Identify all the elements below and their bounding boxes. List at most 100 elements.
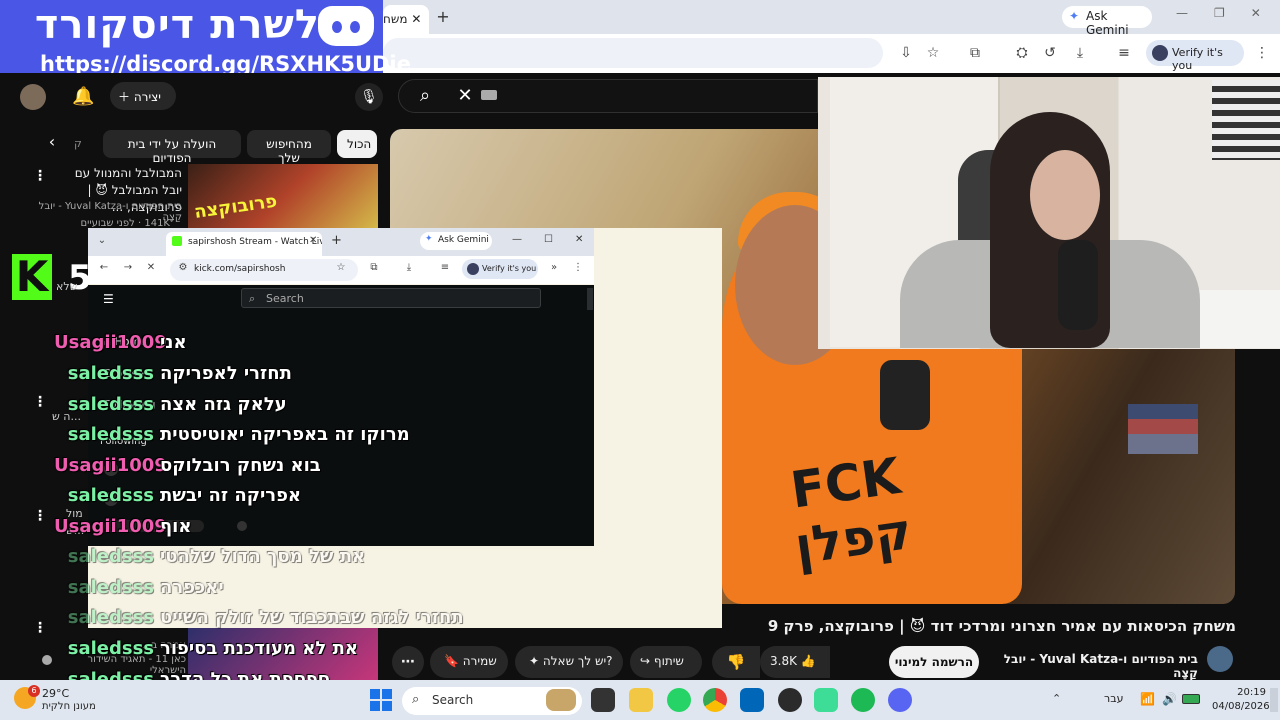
downloads-icon[interactable]: ⤓: [402, 262, 416, 273]
voice-search-icon[interactable]: 🎙: [355, 83, 383, 111]
kick-scrollbar[interactable]: [587, 288, 593, 310]
chip-from-search[interactable]: מהחיפוש שלך: [247, 130, 331, 165]
app-icon[interactable]: [778, 688, 802, 712]
minimize-icon[interactable]: —: [512, 234, 522, 245]
chat-message: saledsss את לא מעודכנת בסיפור: [54, 636, 494, 662]
verified-icon: [42, 655, 52, 665]
kick-verify-button[interactable]: Verify it's you: [462, 259, 538, 279]
browser-menu-icon[interactable]: ⋮: [571, 262, 585, 273]
wifi-icon[interactable]: 📶: [1140, 692, 1155, 706]
maximize-icon[interactable]: ☐: [544, 234, 553, 245]
chevron-up-icon[interactable]: ⌃: [1052, 692, 1061, 705]
extensions-icon[interactable]: ⧉: [965, 43, 985, 63]
more-options-icon[interactable]: ⋮: [32, 168, 48, 184]
show-desktop-button[interactable]: [1270, 688, 1278, 712]
kick-tab[interactable]: sapirshosh Stream - Watch Live: [166, 232, 322, 256]
chat-text: תחזרי לאפריקה: [160, 363, 292, 384]
ask-question-button[interactable]: ✦ יש לך שאלה?: [515, 646, 623, 678]
chip-uploaded-by[interactable]: הועלה על ידי בית הפודיום: [103, 130, 241, 165]
dislike-thumbs-down-icon[interactable]: 👎: [712, 646, 760, 678]
store-icon[interactable]: [740, 688, 764, 712]
chat-username: Usagii1009: [54, 455, 167, 476]
address-bar[interactable]: [383, 38, 883, 68]
extensions-icon[interactable]: ⧉: [367, 262, 381, 273]
kick-ask-gemini-button[interactable]: ✦ Ask Gemini: [420, 232, 492, 250]
hamburger-menu-icon[interactable]: ☰: [103, 292, 114, 306]
create-button[interactable]: ＋ יצירה: [110, 82, 176, 110]
chat-message: saledsss מרוקו זה באפריקה יאוטיסטית: [54, 422, 494, 448]
tab-close-icon[interactable]: ✕: [411, 12, 421, 26]
close-window-icon[interactable]: ✕: [575, 234, 583, 245]
start-tile: [370, 689, 380, 699]
profile-avatar: [467, 263, 479, 275]
bookmark-star-icon[interactable]: ☆: [923, 43, 943, 63]
browser-menu-icon[interactable]: ⋮: [1252, 43, 1272, 63]
chevron-left-icon[interactable]: ‹: [42, 132, 62, 156]
like-button[interactable]: 3.8K 👍: [760, 646, 830, 678]
account-avatar[interactable]: [20, 84, 46, 110]
install-app-icon[interactable]: ⇩: [896, 43, 916, 63]
channel-avatar[interactable]: [1207, 646, 1233, 672]
windows-start-icon[interactable]: [370, 689, 392, 711]
kick-address-bar[interactable]: kick.com/sapirshosh: [170, 259, 358, 281]
tab-search-icon[interactable]: ⌄: [95, 235, 109, 246]
chrome-icon[interactable]: [703, 688, 727, 712]
volume-icon[interactable]: 🔊: [1162, 692, 1177, 706]
maximize-icon[interactable]: ❐: [1214, 6, 1225, 26]
window-controls: — ❐ ✕: [1176, 6, 1276, 26]
whatsapp-icon[interactable]: [667, 688, 691, 712]
vpn-icon[interactable]: ⛭: [1012, 43, 1032, 63]
keyboard-icon[interactable]: [481, 90, 497, 100]
weather-desc: מעונן חלקית: [42, 701, 96, 712]
chat-message: saledsss את של מסך הדול שלהטי: [54, 544, 494, 570]
forward-icon[interactable]: →: [121, 262, 135, 273]
kick-search-input[interactable]: Search: [241, 288, 541, 308]
search-icon[interactable]: ⌕: [414, 85, 436, 107]
history-icon[interactable]: ↺: [1040, 43, 1060, 63]
media-controls-icon[interactable]: ≡: [438, 262, 452, 273]
weather-widget[interactable]: 6 29°C מעונן חלקית: [14, 685, 104, 717]
ask-gemini-button[interactable]: ✦ Ask Gemini: [1062, 6, 1152, 37]
language-indicator[interactable]: עבר: [1104, 692, 1123, 705]
taskbar-clock[interactable]: 20:19 04/08/2026: [1212, 686, 1270, 716]
downloads-icon[interactable]: ⤓: [1070, 43, 1090, 63]
chat-text: את של מסך הדול שלהטי: [160, 546, 366, 567]
profile-verify-button[interactable]: Verify it's you: [1146, 40, 1244, 72]
ask-label: יש לך שאלה?: [542, 654, 613, 668]
file-explorer-icon[interactable]: [629, 688, 653, 712]
browser-tab[interactable]: משח ✕: [383, 5, 429, 34]
gemini-label: Ask Gemini: [438, 235, 489, 245]
video-shirt-text: FCK קפלן: [787, 446, 916, 576]
stop-loading-icon[interactable]: ✕: [144, 262, 158, 273]
start-tile: [382, 701, 392, 711]
kick-tab-close-icon[interactable]: ✕: [309, 235, 317, 246]
bookmark-star-icon[interactable]: ☆: [334, 262, 348, 273]
more-options-icon[interactable]: ⋮: [32, 508, 48, 524]
kick-new-tab-button[interactable]: +: [331, 233, 342, 248]
discord-icon[interactable]: [888, 688, 912, 712]
task-view-icon[interactable]: [591, 688, 615, 712]
channel-name[interactable]: בית הפודיום ו-Yuval Katza - יובל קַצָה: [998, 652, 1198, 680]
overflow-chevron-icon[interactable]: »: [547, 262, 561, 273]
back-icon[interactable]: ←: [97, 262, 111, 273]
chip-partial[interactable]: ק: [74, 137, 90, 150]
app-icon[interactable]: [814, 688, 838, 712]
close-window-icon[interactable]: ✕: [1251, 6, 1261, 26]
chip-all[interactable]: הכול: [337, 130, 377, 158]
new-tab-button[interactable]: +: [434, 8, 452, 26]
kick-k-logo: K: [12, 254, 52, 300]
media-controls-icon[interactable]: ≡: [1114, 43, 1134, 63]
subscribe-button[interactable]: הרשמה למינוי: [889, 646, 979, 678]
clear-search-icon[interactable]: ✕: [455, 85, 475, 107]
site-info-icon[interactable]: ⚙: [176, 262, 190, 273]
battery-icon[interactable]: [1182, 694, 1200, 704]
spotify-icon[interactable]: [851, 688, 875, 712]
chat-username: saledsss: [67, 577, 154, 598]
chat-text: תחזרי לגזה שבתכבוד של זולק השייט: [160, 607, 464, 628]
notifications-bell-icon[interactable]: 🔔: [72, 86, 94, 108]
share-button[interactable]: ↪ שיתוף: [630, 646, 702, 678]
more-options-icon[interactable]: ⋮: [32, 620, 48, 636]
more-options-icon[interactable]: ⋮: [32, 394, 48, 410]
chat-text: יאכפרה: [160, 577, 224, 598]
minimize-icon[interactable]: —: [1176, 6, 1188, 26]
